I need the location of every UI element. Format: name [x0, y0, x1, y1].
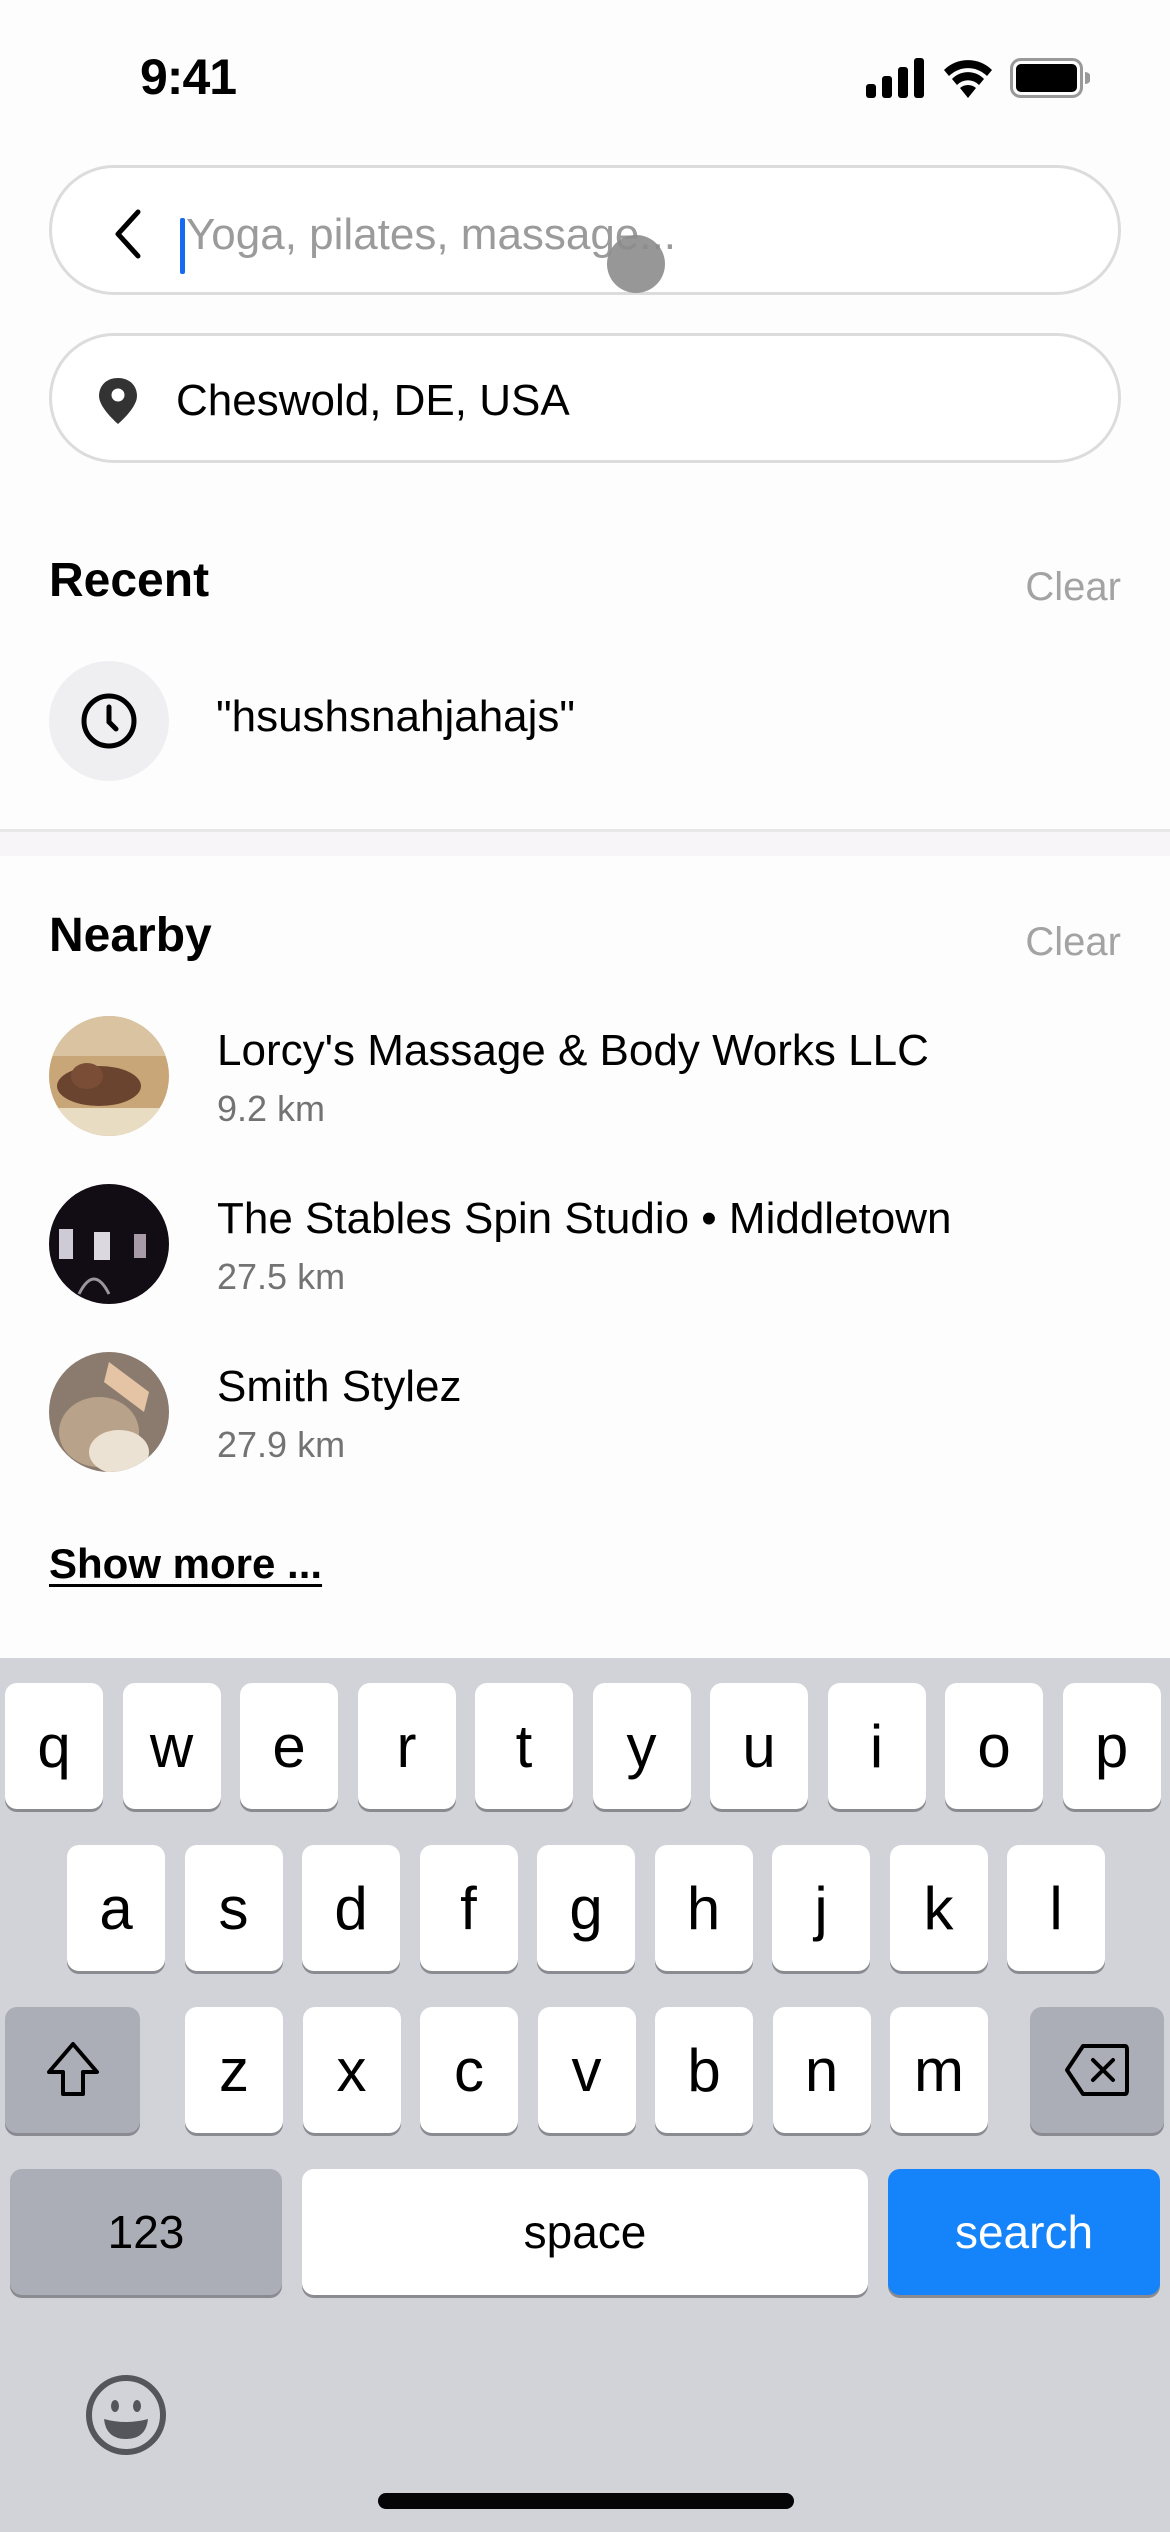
chevron-left-icon[interactable] — [100, 204, 160, 264]
location-value[interactable]: Cheswold, DE, USA — [176, 376, 570, 426]
status-time: 9:41 — [140, 49, 237, 105]
emoji-icon[interactable] — [84, 2373, 168, 2457]
business-thumbnail — [49, 1016, 169, 1136]
key-d[interactable]: d — [302, 1845, 400, 1971]
key-v[interactable]: v — [537, 2007, 636, 2133]
key-r[interactable]: r — [357, 1683, 456, 1809]
key-i[interactable]: i — [827, 1683, 926, 1809]
battery-icon — [1010, 58, 1090, 98]
business-distance: 27.9 km — [217, 1424, 346, 1465]
nearby-item[interactable]: Lorcy's Massage & Body Works LLC 9.2 km — [49, 1016, 1129, 1142]
show-more-link[interactable]: Show more ... — [49, 1540, 322, 1588]
key-t[interactable]: t — [475, 1683, 573, 1809]
key-p[interactable]: p — [1062, 1683, 1161, 1809]
recent-item[interactable]: "hsushsnahjahajs" — [216, 692, 575, 742]
key-h[interactable]: h — [654, 1845, 753, 1971]
status-icons — [866, 58, 1090, 98]
key-y[interactable]: y — [592, 1683, 691, 1809]
location-field[interactable]: Cheswold, DE, USA — [49, 333, 1121, 463]
key-f[interactable]: f — [419, 1845, 518, 1971]
recent-title: Recent — [49, 554, 210, 607]
key-e[interactable]: e — [240, 1683, 338, 1809]
nearby-item[interactable]: The Stables Spin Studio • Middletown 27.… — [49, 1184, 1129, 1310]
key-s[interactable]: s — [184, 1845, 283, 1971]
key-n[interactable]: n — [772, 2007, 871, 2133]
key-g[interactable]: g — [537, 1845, 635, 1971]
numbers-key[interactable]: 123 — [10, 2169, 282, 2295]
wifi-icon — [944, 60, 992, 98]
search-placeholder[interactable]: Yoga, pilates, massage... — [186, 210, 676, 260]
key-l[interactable]: l — [1007, 1845, 1105, 1971]
delete-icon — [1065, 2044, 1129, 2096]
text-cursor — [180, 218, 185, 274]
recent-clear-button[interactable]: Clear — [1025, 565, 1121, 610]
key-u[interactable]: u — [710, 1683, 808, 1809]
key-a[interactable]: a — [67, 1845, 165, 1971]
business-name: The Stables Spin Studio • Middletown — [217, 1194, 952, 1243]
map-pin-icon — [99, 378, 137, 424]
business-name: Lorcy's Massage & Body Works LLC — [217, 1026, 929, 1075]
space-key[interactable]: space — [302, 2169, 868, 2295]
business-distance: 27.5 km — [217, 1256, 346, 1297]
nearby-title: Nearby — [49, 909, 212, 962]
keyboard: qwertyuiop asdfghjkl zxcvbnm 123 space s… — [0, 1658, 1170, 2532]
section-divider-band — [0, 832, 1170, 856]
search-key[interactable]: search — [888, 2169, 1160, 2295]
key-c[interactable]: c — [420, 2007, 518, 2133]
key-m[interactable]: m — [890, 2007, 988, 2133]
key-k[interactable]: k — [889, 1845, 988, 1971]
business-thumbnail — [49, 1352, 169, 1472]
key-b[interactable]: b — [655, 2007, 753, 2133]
touch-indicator — [607, 235, 665, 293]
delete-key[interactable] — [1030, 2007, 1164, 2133]
business-name: Smith Stylez — [217, 1362, 462, 1411]
search-field[interactable]: Yoga, pilates, massage... — [49, 165, 1121, 295]
shift-key[interactable] — [5, 2007, 140, 2133]
nearby-item[interactable]: Smith Stylez 27.9 km — [49, 1352, 1129, 1478]
business-thumbnail — [49, 1184, 169, 1304]
recent-item-icon[interactable] — [49, 661, 169, 781]
key-x[interactable]: x — [302, 2007, 401, 2133]
home-indicator[interactable] — [378, 2493, 794, 2509]
key-w[interactable]: w — [122, 1683, 221, 1809]
cellular-signal-icon — [866, 58, 924, 98]
key-q[interactable]: q — [5, 1683, 103, 1809]
key-j[interactable]: j — [772, 1845, 870, 1971]
shift-icon — [46, 2042, 99, 2096]
key-z[interactable]: z — [185, 2007, 283, 2133]
clock-icon — [81, 693, 137, 749]
key-o[interactable]: o — [945, 1683, 1043, 1809]
business-distance: 9.2 km — [217, 1088, 326, 1129]
nearby-clear-button[interactable]: Clear — [1025, 920, 1121, 965]
